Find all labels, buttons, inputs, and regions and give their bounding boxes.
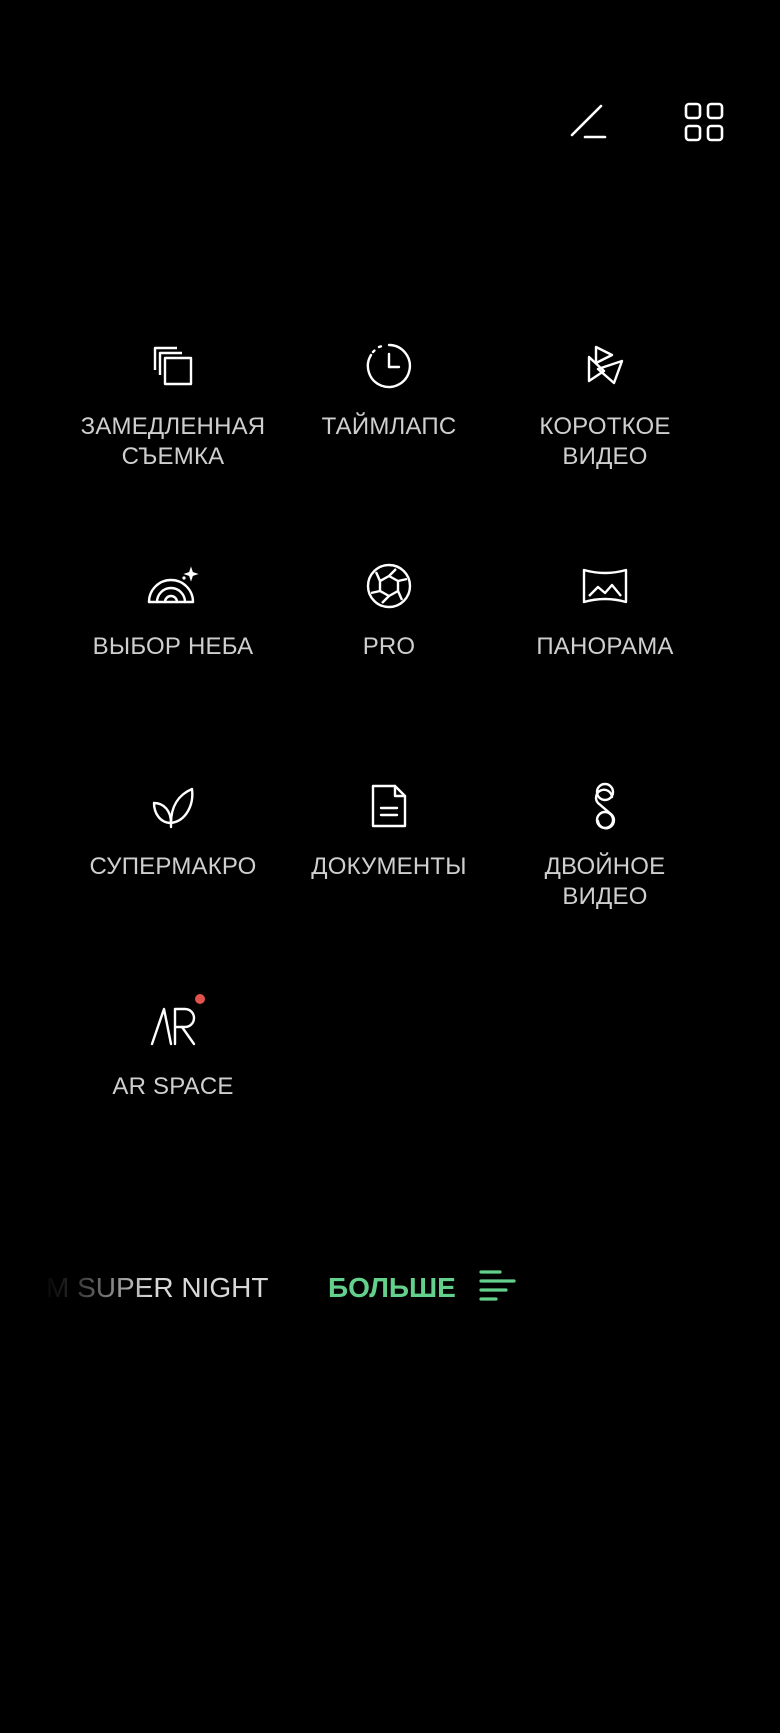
slow-motion-icon	[147, 340, 199, 392]
mode-sky-select[interactable]: ВЫБОР НЕБА	[65, 560, 281, 780]
mode-label: ДОКУМЕНТЫ	[311, 853, 467, 880]
mode-dual-video[interactable]: ДВОЙНОЕ ВИДЕО	[497, 780, 713, 1000]
mode-timelapse[interactable]: ТАЙМЛАПС	[281, 340, 497, 560]
mode-switcher-bar: M SUPER NIGHT БОЛЬШЕ	[0, 1268, 780, 1308]
menu-lines-icon	[478, 1269, 516, 1308]
mode-panorama[interactable]: ПАНОРАМА	[497, 560, 713, 780]
mode-label: ПАНОРАМА	[536, 633, 674, 660]
sky-icon	[147, 560, 199, 612]
short-video-icon	[579, 340, 631, 392]
new-badge	[195, 994, 205, 1004]
mode-short-video[interactable]: КОРОТКОЕ ВИДЕО	[497, 340, 713, 560]
mode-label: ВЫБОР НЕБА	[92, 633, 254, 660]
timelapse-icon	[363, 340, 415, 392]
mode-label: ДВОЙНОЕ ВИДЕО	[544, 853, 666, 910]
top-bar	[566, 100, 726, 144]
mode-pro[interactable]: PRO	[281, 560, 497, 780]
mode-supermacro[interactable]: СУПЕРМАКРО	[65, 780, 281, 1000]
mode-slow-motion[interactable]: ЗАМЕДЛЕННАЯ СЪЕМКА	[65, 340, 281, 560]
more-label: БОЛЬШЕ	[328, 1272, 456, 1303]
more-button[interactable]: БОЛЬШЕ	[328, 1268, 516, 1308]
edit-pencil-icon[interactable]	[566, 100, 610, 144]
mode-label: PRO	[362, 633, 416, 660]
ar-icon	[147, 994, 205, 1052]
aperture-icon	[363, 560, 415, 612]
leaf-icon	[147, 780, 199, 832]
mode-label: ТАЙМЛАПС	[321, 413, 457, 440]
mode-ar-space[interactable]: AR SPACE	[65, 994, 281, 1220]
document-icon	[363, 780, 415, 832]
mode-label: КОРОТКОЕ ВИДЕО	[539, 413, 671, 470]
mode-label: ЗАМЕДЛЕННАЯ СЪЕМКА	[80, 413, 266, 470]
grid-icon[interactable]	[682, 100, 726, 144]
mode-label: AR SPACE	[112, 1073, 234, 1100]
dual-video-icon	[579, 780, 631, 832]
mode-documents[interactable]: ДОКУМЕНТЫ	[281, 780, 497, 1000]
mode-label: СУПЕРМАКРО	[89, 853, 257, 880]
camera-modes-grid: ЗАМЕДЛЕННАЯ СЪЕМКА ТАЙМЛАПС КОРОТКОЕ ВИД…	[65, 340, 715, 1220]
mode-super-night[interactable]: M SUPER NIGHT	[46, 1268, 268, 1308]
panorama-icon	[579, 560, 631, 612]
